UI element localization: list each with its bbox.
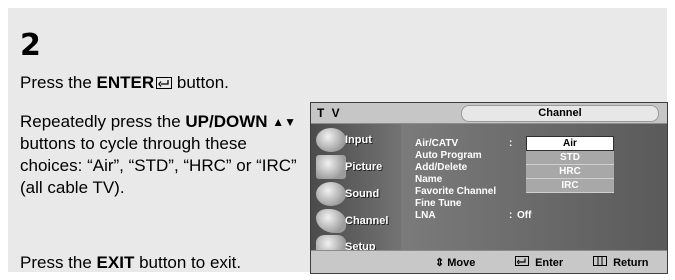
footer-enter-label: Enter	[535, 257, 564, 269]
menu-item-colon: :	[509, 210, 513, 221]
footer-return-label: Return	[613, 257, 649, 269]
sidebar-item-label: Channel	[345, 215, 389, 227]
sidebar-item-picture[interactable]: Picture	[311, 153, 401, 181]
instruction-exit: Press the EXIT button to exit.	[20, 252, 241, 274]
option-air[interactable]: Air	[526, 136, 614, 151]
tv-menu: T V Channel Input Picture Sound Channel	[310, 102, 668, 274]
option-hrc[interactable]: HRC	[526, 165, 614, 179]
instruction-text: Repeatedly press the	[20, 112, 186, 131]
instruction-enter: Press the ENTER button.	[20, 72, 229, 95]
enter-icon	[515, 256, 532, 269]
tv-menu-header: T V Channel	[311, 103, 667, 124]
option-std[interactable]: STD	[526, 151, 614, 165]
menu-item-colon: :	[509, 138, 513, 149]
tv-menu-sidebar: Input Picture Sound Channel Setup	[311, 124, 401, 259]
step-number: 2	[20, 28, 41, 63]
channel-menu-content: Air/CATV : Auto Program Add/Delete Name …	[401, 124, 667, 251]
air-catv-options: Air STD HRC IRC	[526, 136, 614, 193]
return-icon	[593, 256, 610, 269]
menu-item-name[interactable]: Name	[415, 174, 442, 185]
tv-menu-footer: ⇕ Move Enter Return	[311, 250, 667, 273]
instruction-text: Press the	[20, 253, 97, 272]
footer-enter: Enter	[515, 256, 563, 269]
menu-item-air-catv[interactable]: Air/CATV	[415, 138, 458, 149]
option-irc[interactable]: IRC	[526, 179, 614, 193]
up-down-icon: ⇕	[435, 257, 445, 269]
footer-move: ⇕ Move	[435, 256, 475, 269]
menu-item-fine-tune[interactable]: Fine Tune	[415, 198, 461, 209]
sound-icon	[316, 182, 346, 206]
instruction-panel: 2 Press the ENTER button. Repeatedly pre…	[8, 8, 668, 274]
sidebar-item-channel[interactable]: Channel	[311, 207, 401, 235]
menu-item-lna[interactable]: LNA	[415, 210, 436, 221]
tab-channel[interactable]: Channel	[461, 105, 659, 122]
sidebar-item-input[interactable]: Input	[311, 126, 401, 154]
instruction-text: button to exit.	[134, 253, 242, 272]
input-icon	[316, 128, 346, 152]
channel-icon	[316, 209, 346, 233]
sidebar-item-sound[interactable]: Sound	[311, 180, 401, 208]
instruction-text: buttons to cycle through these choices: …	[20, 134, 297, 197]
lna-value: Off	[517, 210, 532, 221]
updown-label: UP/DOWN	[185, 112, 268, 131]
menu-item-add-delete[interactable]: Add/Delete	[415, 162, 467, 173]
instruction-updown: Repeatedly press the UP/DOWN ▲▼ buttons …	[20, 111, 310, 199]
enter-label: ENTER	[96, 73, 155, 92]
footer-move-label: Move	[447, 257, 476, 269]
menu-item-favorite-channel[interactable]: Favorite Channel	[415, 186, 496, 197]
menu-item-auto-program[interactable]: Auto Program	[415, 150, 482, 161]
sidebar-item-label: Sound	[345, 188, 380, 200]
instruction-text: button.	[172, 73, 229, 92]
footer-return: Return	[593, 256, 649, 269]
exit-label: EXIT	[96, 253, 135, 272]
instruction-text: Press the	[20, 73, 97, 92]
picture-icon	[316, 155, 346, 179]
enter-icon	[156, 73, 173, 95]
tv-menu-title: T V	[317, 106, 342, 120]
up-down-arrows-icon: ▲▼	[272, 115, 297, 129]
sidebar-item-label: Input	[345, 134, 372, 146]
sidebar-item-label: Picture	[345, 161, 383, 173]
